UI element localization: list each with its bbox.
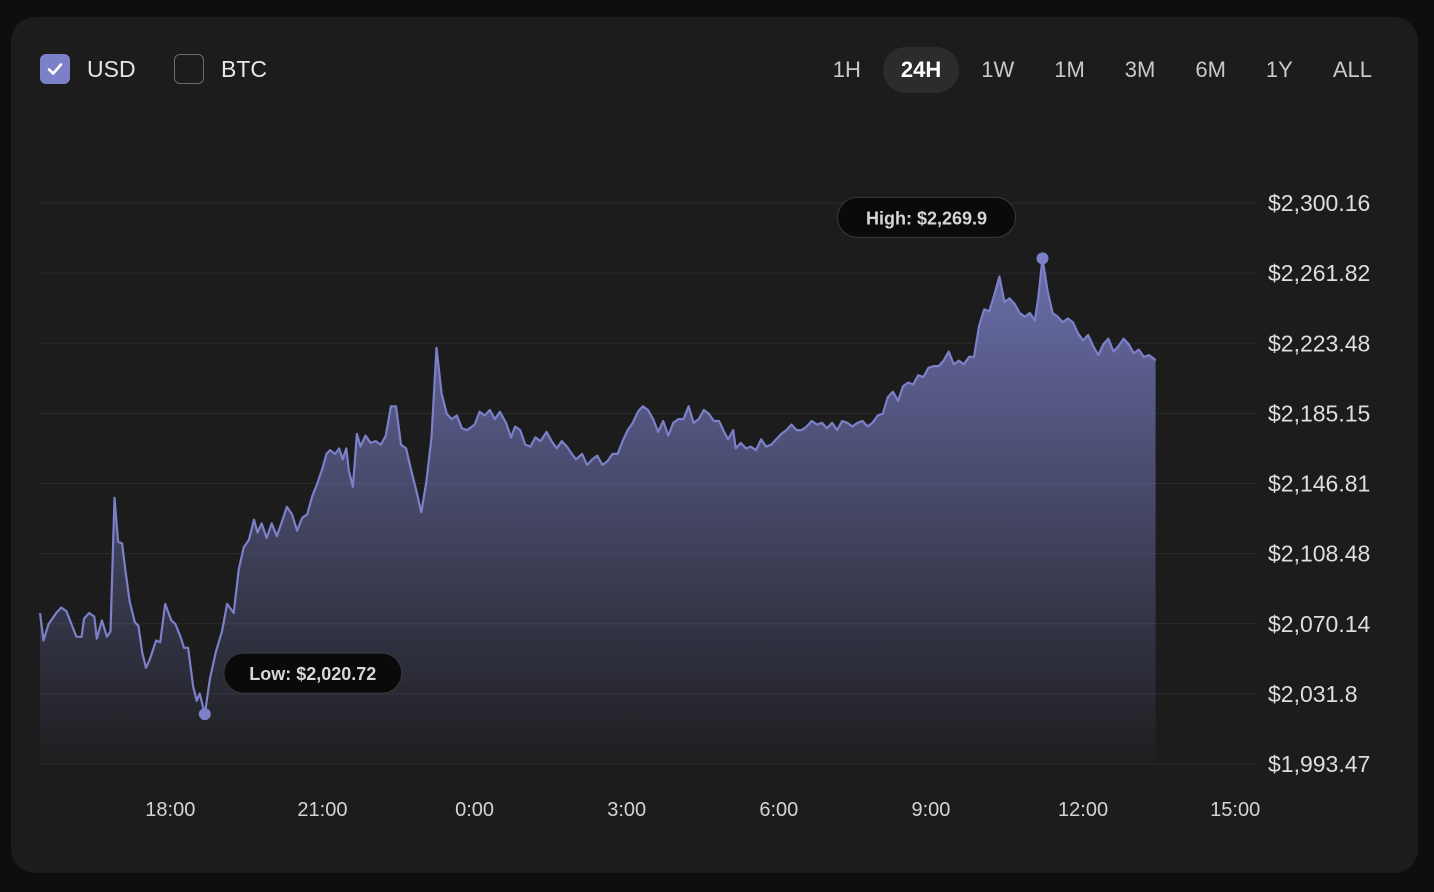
price-area-fill <box>40 258 1156 764</box>
price-area-chart: $2,300.16 $2,261.82 $2,223.48 $2,185.15 $2,1… <box>38 190 1371 821</box>
y-tick-label: $2,223.48 <box>1268 330 1370 356</box>
y-tick-label: $2,185.15 <box>1268 400 1370 426</box>
x-tick-label: 3:00 <box>607 799 646 821</box>
y-tick-label: $2,261.82 <box>1268 260 1370 286</box>
high-point <box>1036 252 1049 265</box>
y-tick-label: $1,993.47 <box>1268 751 1370 777</box>
y-tick-label: $2,070.14 <box>1268 611 1371 637</box>
low-point <box>198 708 211 721</box>
price-chart-card: USD BTC 1H 24H 1W 1M 3M 6M 1Y ALL $2,300… <box>11 17 1418 873</box>
x-tick-label: 15:00 <box>1210 799 1260 821</box>
low-label: Low: $2,020.72 <box>249 664 376 684</box>
x-tick-label: 6:00 <box>759 799 798 821</box>
x-tick-label: 18:00 <box>145 799 195 821</box>
y-tick-label: $2,146.81 <box>1268 471 1370 497</box>
y-tick-label: $2,300.16 <box>1268 190 1370 216</box>
y-tick-label: $2,108.48 <box>1268 541 1370 567</box>
x-axis-labels: 18:00 21:00 0:00 3:00 6:00 9:00 12:00 15:00 <box>145 799 1260 821</box>
x-tick-label: 0:00 <box>455 799 494 821</box>
x-tick-label: 9:00 <box>911 799 950 821</box>
y-tick-label: $2,031.8 <box>1268 681 1358 707</box>
y-axis-labels: $2,300.16 $2,261.82 $2,223.48 $2,185.15 $2,1… <box>1268 190 1371 777</box>
x-tick-label: 21:00 <box>297 799 347 821</box>
high-label: High: $2,269.9 <box>866 208 987 228</box>
x-tick-label: 12:00 <box>1058 799 1108 821</box>
